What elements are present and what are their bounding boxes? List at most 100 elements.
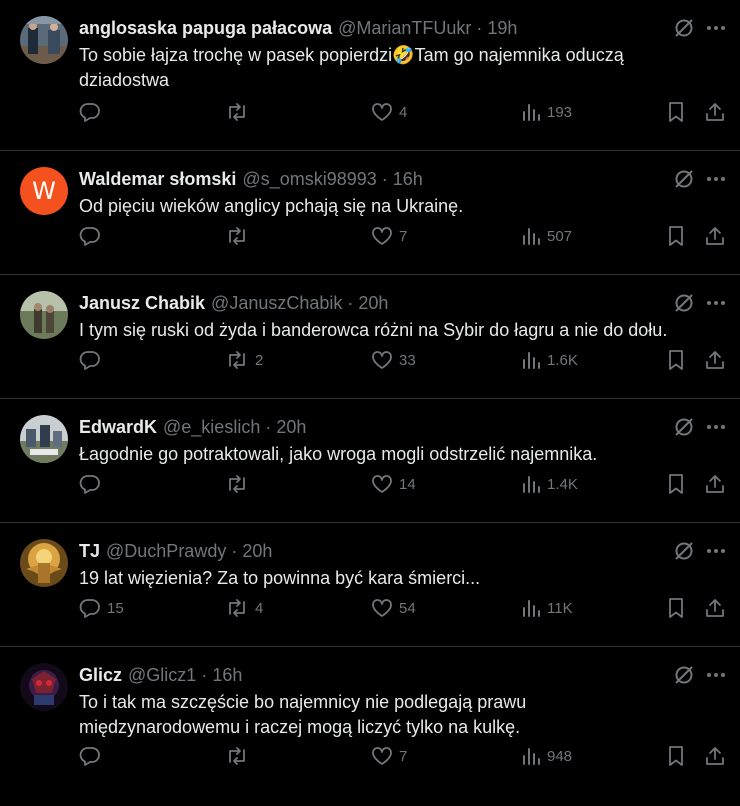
display-name[interactable]: Glicz: [79, 664, 122, 686]
bookmark-button[interactable]: [667, 102, 685, 122]
tweet[interactable]: EdwardK @e_kieslich · 20h Łagodnie go po…: [0, 399, 740, 523]
tweet[interactable]: TJ @DuchPrawdy · 20h 19 lat więzienia? Z…: [0, 523, 740, 647]
avatar[interactable]: W: [20, 167, 68, 215]
view-count: 1.4K: [547, 475, 578, 493]
views-icon: [523, 476, 540, 493]
bookmark-icon: [669, 474, 683, 494]
repost-icon: [229, 475, 245, 493]
like-icon: [372, 351, 392, 369]
views-button[interactable]: 507: [521, 226, 572, 246]
reply-button[interactable]: [79, 102, 107, 122]
share-button[interactable]: [705, 598, 725, 618]
grok-icon[interactable]: [674, 665, 694, 685]
tweet-text-line: 19 lat więzienia? Za to powinna być kara…: [79, 568, 481, 588]
more-icon[interactable]: [706, 293, 726, 313]
timestamp[interactable]: 20h: [242, 540, 272, 562]
display-name[interactable]: Waldemar słomski: [79, 168, 236, 190]
bookmark-icon: [669, 350, 683, 370]
timestamp[interactable]: 20h: [358, 292, 388, 314]
like-button[interactable]: 4: [371, 102, 407, 122]
bookmark-button[interactable]: [667, 746, 685, 766]
avatar[interactable]: [20, 291, 68, 339]
reply-button[interactable]: 15: [79, 598, 124, 618]
display-name[interactable]: EdwardK: [79, 416, 157, 438]
repost-button[interactable]: 4: [225, 598, 263, 618]
repost-button[interactable]: [225, 474, 255, 494]
tweet-top-actions: [674, 541, 726, 561]
tweet-text: Od pięciu wieków anglicy pchają się na U…: [79, 194, 720, 219]
views-button[interactable]: 1.6K: [521, 350, 578, 370]
user-handle[interactable]: @Glicz1: [128, 664, 196, 686]
display-name[interactable]: anglosaska papuga pałacowa: [79, 17, 332, 39]
like-button[interactable]: 7: [371, 226, 407, 246]
avatar[interactable]: [20, 16, 68, 64]
tweet[interactable]: W Waldemar słomski @s_omski98993 · 16h O…: [0, 151, 740, 275]
timestamp[interactable]: 16h: [393, 168, 423, 190]
display-name[interactable]: Janusz Chabik: [79, 292, 205, 314]
repost-button[interactable]: [225, 746, 255, 766]
grok-icon[interactable]: [674, 541, 694, 561]
repost-button[interactable]: 2: [225, 350, 263, 370]
tweet-header: EdwardK @e_kieslich · 20h: [79, 416, 720, 438]
reply-button[interactable]: [79, 226, 107, 246]
reply-button[interactable]: [79, 746, 107, 766]
tweet-text-line: Od pięciu wieków anglicy pchają się na U…: [79, 196, 464, 216]
tweet[interactable]: anglosaska papuga pałacowa @MarianTFUukr…: [0, 0, 740, 151]
bookmark-button[interactable]: [667, 350, 685, 370]
views-button[interactable]: 193: [521, 102, 572, 122]
repost-button[interactable]: [225, 226, 255, 246]
user-handle[interactable]: @DuchPrawdy: [106, 540, 226, 562]
grok-icon[interactable]: [674, 417, 694, 437]
user-handle[interactable]: @e_kieslich: [163, 416, 260, 438]
bookmark-button[interactable]: [667, 598, 685, 618]
like-count: 54: [399, 599, 416, 617]
timestamp[interactable]: 20h: [276, 416, 306, 438]
avatar[interactable]: [20, 415, 68, 463]
bookmark-button[interactable]: [667, 474, 685, 494]
more-icon[interactable]: [706, 169, 726, 189]
tweet-text: To sobie łajza trochę w pasek popierdzi🤣…: [79, 43, 720, 93]
more-icon[interactable]: [706, 665, 726, 685]
grok-icon[interactable]: [674, 169, 694, 189]
grok-icon[interactable]: [674, 293, 694, 313]
user-handle[interactable]: @s_omski98993: [242, 168, 376, 190]
timestamp[interactable]: 19h: [487, 17, 517, 39]
user-handle[interactable]: @MarianTFUukr: [338, 17, 471, 39]
tweet[interactable]: Janusz Chabik @JanuszChabik · 20h I tym …: [0, 275, 740, 399]
tweet-header: anglosaska papuga pałacowa @MarianTFUukr…: [79, 17, 720, 39]
reply-button[interactable]: [79, 474, 107, 494]
grok-icon[interactable]: [674, 18, 694, 38]
more-icon[interactable]: [706, 541, 726, 561]
tweet-header: Waldemar słomski @s_omski98993 · 16h: [79, 168, 720, 190]
tweet-text-line: dziadostwa: [79, 70, 170, 90]
like-button[interactable]: 7: [371, 746, 407, 766]
like-count: 14: [399, 475, 416, 493]
share-button[interactable]: [705, 350, 725, 370]
separator-dot: ·: [381, 169, 388, 189]
share-button[interactable]: [705, 474, 725, 494]
avatar[interactable]: [20, 539, 68, 587]
timestamp[interactable]: 16h: [212, 664, 242, 686]
views-button[interactable]: 948: [521, 746, 572, 766]
repost-button[interactable]: [225, 102, 255, 122]
more-icon[interactable]: [706, 18, 726, 38]
like-icon: [372, 103, 392, 121]
views-button[interactable]: 11K: [521, 598, 573, 618]
like-button[interactable]: 14: [371, 474, 416, 494]
avatar[interactable]: [20, 663, 68, 711]
tweet-text-line: międzynarodowemu i raczej mogą liczyć ty…: [79, 717, 521, 737]
reply-button[interactable]: [79, 350, 107, 370]
display-name[interactable]: TJ: [79, 540, 100, 562]
user-handle[interactable]: @JanuszChabik: [211, 292, 342, 314]
reply-icon: [79, 351, 100, 370]
repost-icon: [229, 747, 245, 765]
tweet[interactable]: Glicz @Glicz1 · 16h To i tak ma szczęści…: [0, 647, 740, 806]
like-button[interactable]: 54: [371, 598, 416, 618]
more-icon[interactable]: [706, 417, 726, 437]
share-button[interactable]: [705, 226, 725, 246]
share-button[interactable]: [705, 746, 725, 766]
bookmark-button[interactable]: [667, 226, 685, 246]
like-button[interactable]: 33: [371, 350, 416, 370]
share-button[interactable]: [705, 102, 725, 122]
views-button[interactable]: 1.4K: [521, 474, 578, 494]
